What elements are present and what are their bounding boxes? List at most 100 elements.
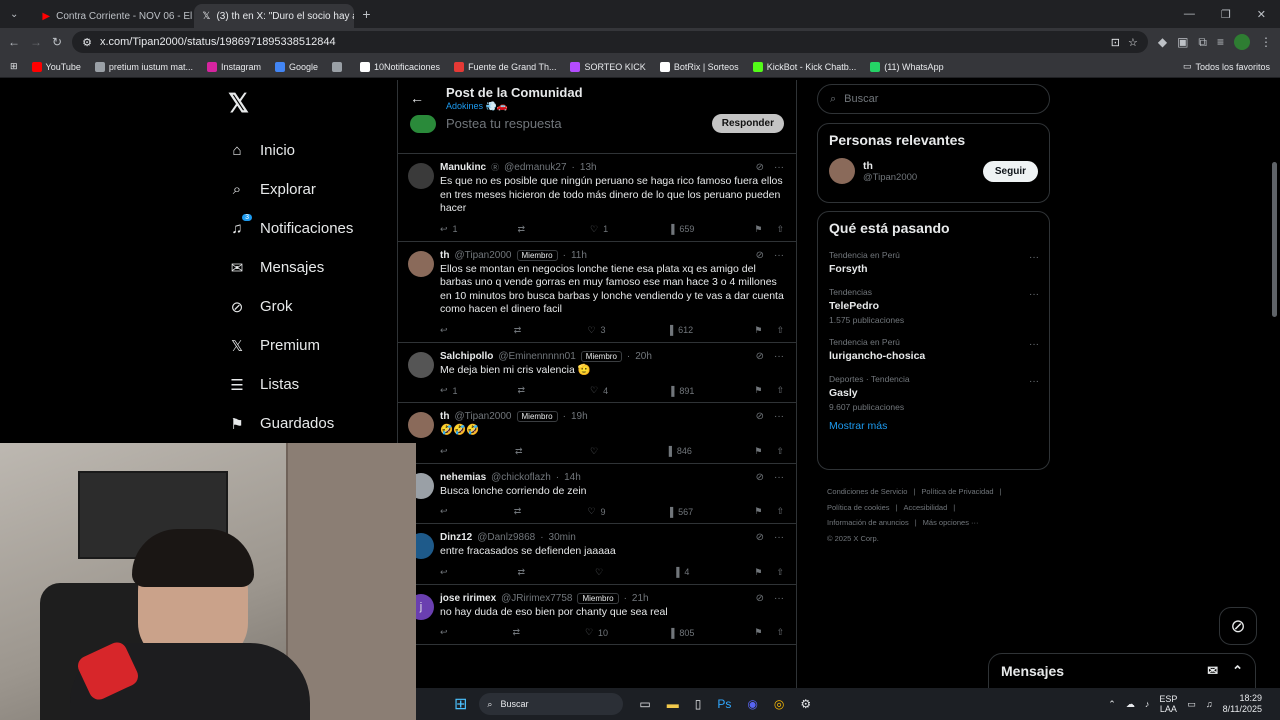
post-time[interactable]: 19h bbox=[571, 411, 588, 422]
chrome-icon[interactable]: ◎ bbox=[774, 697, 784, 711]
repost-button[interactable]: ⇄ bbox=[515, 446, 528, 457]
like-button[interactable]: ♡ 3 bbox=[587, 325, 605, 336]
photoshop-icon[interactable]: Ps bbox=[717, 697, 731, 711]
more-options-icon[interactable]: ··· bbox=[1029, 289, 1039, 300]
trend-item[interactable]: Tendencia en Perú lurigancho-chosica ··· bbox=[818, 331, 1049, 368]
post[interactable]: Salchipollo @Eminennnnn01 Miembro · 20h ⊘ ··· M… bbox=[398, 343, 796, 403]
repost-button[interactable]: ⇄ bbox=[514, 506, 527, 517]
network-icon[interactable]: ▭ bbox=[1187, 699, 1196, 710]
share-icon[interactable]: ⇧ bbox=[776, 385, 784, 396]
repost-button[interactable]: ⇄ bbox=[514, 325, 527, 336]
bookmark-item[interactable]: Instagram bbox=[206, 61, 261, 72]
bookmark-item[interactable]: SORTEO KICK bbox=[570, 61, 646, 72]
views-button[interactable]: ▐ 4 bbox=[673, 567, 689, 578]
views-button[interactable]: ▐ 846 bbox=[665, 446, 691, 457]
share-icon[interactable]: ⇧ bbox=[776, 224, 784, 235]
post-time[interactable]: 11h bbox=[571, 250, 587, 261]
grok-icon[interactable]: ⊘ bbox=[756, 532, 764, 543]
views-button[interactable]: ▐ 805 bbox=[668, 627, 694, 638]
grok-icon[interactable]: ⊘ bbox=[756, 593, 764, 604]
footer-link[interactable]: Información de anuncios bbox=[827, 518, 909, 527]
chevron-up-icon[interactable]: ⌃ bbox=[1108, 699, 1116, 710]
share-icon[interactable]: ⇧ bbox=[776, 627, 784, 638]
star-icon[interactable]: ☆ bbox=[1128, 36, 1138, 49]
clock-time[interactable]: 18:29 bbox=[1223, 693, 1262, 704]
messages-drawer[interactable]: Mensajes ✉ ⌃ bbox=[988, 653, 1256, 689]
sidebar-item-notificaciones[interactable]: ♫ 3 Notificaciones bbox=[222, 209, 392, 248]
grok-icon[interactable]: ⊘ bbox=[756, 411, 764, 422]
post[interactable]: Dinz12 @Danlz9868 · 30min ⊘ ··· entre fracasad… bbox=[398, 524, 796, 585]
clock-date[interactable]: 8/11/2025 bbox=[1223, 704, 1262, 715]
x-logo-icon[interactable]: 𝕏 bbox=[228, 88, 392, 119]
views-button[interactable]: ▐ 659 bbox=[668, 224, 694, 235]
footer-link[interactable]: Accesibilidad bbox=[904, 503, 948, 512]
task-view-icon[interactable]: ▭ bbox=[639, 697, 650, 711]
like-button[interactable]: ♡ bbox=[595, 567, 608, 578]
bookmark-item[interactable]: (11) WhatsApp bbox=[870, 61, 944, 72]
repost-button[interactable]: ⇄ bbox=[518, 385, 531, 396]
forward-icon[interactable]: → bbox=[30, 35, 42, 49]
author-name[interactable]: nehemias bbox=[440, 472, 486, 483]
bookmark-icon[interactable]: ⚑ bbox=[754, 446, 762, 457]
reply-input[interactable]: Postea tu respuesta bbox=[446, 116, 702, 131]
repost-button[interactable]: ⇄ bbox=[518, 224, 531, 235]
author-handle[interactable]: @Tipan2000 bbox=[454, 411, 511, 422]
avatar[interactable] bbox=[408, 351, 434, 378]
expand-icon[interactable]: ⌃ bbox=[1232, 663, 1243, 679]
bookmark-item[interactable]: pretium iustum mat... bbox=[94, 61, 193, 72]
reply-button[interactable]: ↩ 1 bbox=[440, 224, 458, 235]
more-options-icon[interactable]: ··· bbox=[774, 532, 784, 543]
profile-avatar[interactable] bbox=[1234, 34, 1250, 50]
taskbar-search[interactable]: ⌕ Buscar bbox=[479, 693, 624, 715]
author-name[interactable]: Salchipollo bbox=[440, 351, 493, 362]
bookmark-icon[interactable]: ⚑ bbox=[754, 567, 762, 578]
bookmark-icon[interactable]: ⚑ bbox=[754, 627, 762, 638]
more-options-icon[interactable]: ··· bbox=[1029, 376, 1039, 387]
bookmark-icon[interactable]: ⚑ bbox=[754, 325, 762, 336]
community-name[interactable]: Adokines 💨🚗 bbox=[446, 101, 508, 112]
new-tab-icon[interactable]: + bbox=[362, 6, 370, 22]
share-icon[interactable]: ⇧ bbox=[776, 506, 784, 517]
avatar[interactable] bbox=[408, 163, 434, 189]
new-message-icon[interactable]: ✉ bbox=[1207, 663, 1218, 679]
post[interactable]: j jose ririmex @JRirimex7758 Miembro · 21h ⊘ ··… bbox=[398, 585, 796, 645]
tab-menu-icon[interactable]: ⌄ bbox=[10, 9, 18, 20]
like-button[interactable]: ♡ 1 bbox=[590, 224, 608, 235]
author-name[interactable]: th bbox=[440, 250, 449, 261]
more-options-icon[interactable]: ··· bbox=[1029, 339, 1039, 350]
post[interactable]: th @Tipan2000 Miembro · 11h ⊘ ··· Ellos se mont… bbox=[398, 242, 796, 343]
reply-button[interactable]: ↩ bbox=[440, 446, 453, 457]
post-time[interactable]: 30min bbox=[549, 532, 576, 543]
post-time[interactable]: 21h bbox=[632, 593, 649, 604]
share-icon[interactable]: ⇧ bbox=[776, 446, 784, 457]
avatar[interactable] bbox=[408, 412, 434, 438]
volume-icon[interactable]: ♫ bbox=[1206, 699, 1213, 709]
share-icon[interactable]: ⇧ bbox=[776, 325, 784, 336]
like-button[interactable]: ♡ 10 bbox=[585, 627, 608, 638]
file-explorer-icon[interactable]: ▬ bbox=[667, 697, 679, 711]
sidebar-item-explorar[interactable]: ⌕ Explorar bbox=[222, 170, 392, 209]
grok-icon[interactable]: ⊘ bbox=[756, 250, 764, 261]
author-handle[interactable]: @chickoflazh bbox=[491, 472, 551, 483]
more-options-icon[interactable]: ··· bbox=[774, 472, 784, 483]
sidebar-item-premium[interactable]: 𝕏 Premium bbox=[222, 326, 392, 365]
footer-link[interactable]: Política de cookies bbox=[827, 503, 890, 512]
footer-link[interactable]: Política de Privacidad bbox=[921, 487, 993, 496]
more-options-icon[interactable]: ··· bbox=[774, 411, 784, 422]
footer-link[interactable]: © 2025 X Corp. bbox=[827, 534, 879, 543]
author-handle[interactable]: @edmanuk27 bbox=[504, 162, 566, 173]
minimize-icon[interactable]: — bbox=[1184, 8, 1195, 21]
windows-start-icon[interactable]: ⊞ bbox=[454, 694, 467, 714]
sidebar-item-mensajes[interactable]: ✉ Mensajes bbox=[222, 248, 392, 287]
extension-icon[interactable]: ▣ bbox=[1177, 35, 1188, 49]
reload-icon[interactable]: ↻ bbox=[52, 35, 62, 49]
apps-icon[interactable]: ⊞ bbox=[10, 61, 18, 72]
bookmark-item[interactable]: Fuente de Grand Th... bbox=[454, 61, 556, 72]
views-button[interactable]: ▐ 612 bbox=[667, 325, 693, 336]
app-icon[interactable]: ⚙ bbox=[800, 697, 811, 711]
post[interactable]: nehemias @chickoflazh · 14h ⊘ ··· Busca lonche… bbox=[398, 464, 796, 524]
post[interactable]: th @Tipan2000 Miembro · 19h ⊘ ··· 🤣🤣🤣 ↩ ⇄ ♡ ▐ 846 ⚑ ⇧ bbox=[398, 403, 796, 464]
author-name[interactable]: Dinz12 bbox=[440, 532, 472, 543]
relevant-user[interactable]: th @Tipan2000 Seguir bbox=[818, 156, 1049, 186]
post-time[interactable]: 20h bbox=[635, 351, 652, 362]
